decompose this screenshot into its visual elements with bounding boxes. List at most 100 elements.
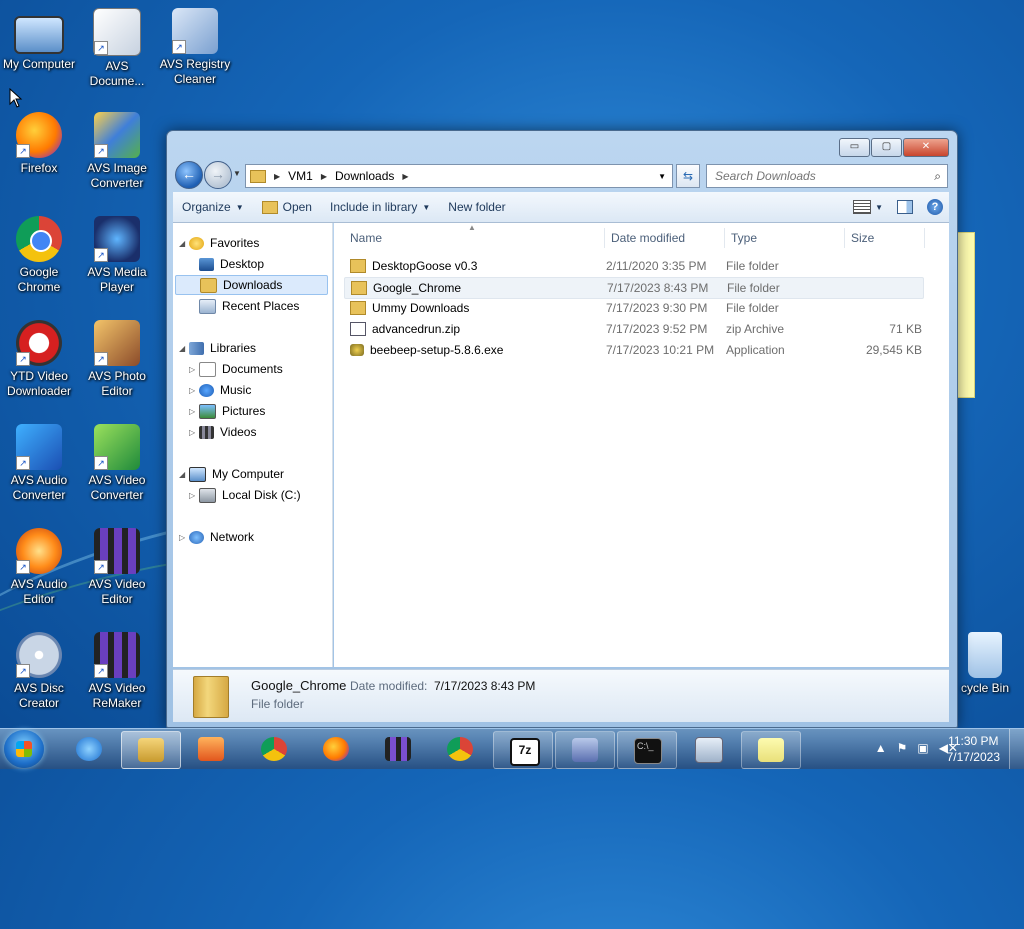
file-row[interactable]: advancedrun.zip 7/17/2023 9:52 PM zip Ar… [344,319,922,339]
nav-favorites[interactable]: ◢ Favorites [179,233,259,253]
nav-network[interactable]: ▷ Network [179,527,254,547]
maximize-button[interactable]: ▢ [871,138,902,157]
taskbar-firefox[interactable] [307,731,365,767]
taskbar-sticky-notes[interactable] [741,731,801,769]
forward-button[interactable]: → [204,161,232,189]
desktop-icon-avs-photo-editor[interactable]: ↗ AVS Photo Editor [78,320,156,399]
action-center-flag-icon[interactable]: ⚑ [897,741,908,755]
taskbar-internet-explorer[interactable] [60,731,118,767]
breadcrumb-downloads[interactable]: Downloads [335,169,394,183]
back-button[interactable]: ← [175,161,203,189]
taskbar-command-prompt[interactable]: C:\_ [617,731,677,769]
recent-places-icon [199,298,216,314]
preview-pane-icon[interactable] [897,200,913,214]
nav-pictures[interactable]: ▷ Pictures [189,401,265,421]
expanded-arrow-icon[interactable]: ◢ [179,470,189,479]
open-button[interactable]: Open [253,200,321,214]
desktop-icon-avs-media-player[interactable]: ↗ AVS Media Player [78,216,156,295]
firefox-icon [323,737,349,761]
help-icon[interactable]: ? [927,199,943,215]
chevron-right-icon[interactable]: ▶ [402,172,408,181]
column-header-name[interactable]: Name [350,228,382,248]
column-header-size[interactable]: Size [851,228,874,248]
chevron-down-icon[interactable]: ▼ [875,203,883,212]
desktop-icon-firefox[interactable]: ↗ Firefox [0,112,78,176]
column-separator[interactable] [604,228,605,248]
taskbar-video-editor[interactable] [369,731,427,767]
collapsed-arrow-icon[interactable]: ▷ [189,407,199,416]
desktop-icon-google-chrome[interactable]: Google Chrome [0,216,78,295]
address-bar[interactable]: ▶ VM1 ▶ Downloads ▶ ▼ [245,164,673,188]
desktop-icon-avs-video-editor[interactable]: ↗ AVS Video Editor [78,528,156,607]
show-desktop-button[interactable] [1009,729,1024,769]
taskbar-7zip[interactable]: 7z [493,731,553,769]
desktop-icon-avs-audio-editor[interactable]: ↗ AVS Audio Editor [0,528,78,607]
organize-button[interactable]: Organize ▼ [173,200,253,214]
view-options-icon[interactable] [853,200,872,214]
column-header-type[interactable]: Type [731,228,757,248]
show-hidden-icons-icon[interactable]: ▲ [875,741,887,755]
nav-desktop[interactable]: Desktop [199,254,264,274]
chevron-right-icon[interactable]: ▶ [321,172,327,181]
address-dropdown-icon[interactable]: ▼ [658,172,666,181]
taskbar-chrome[interactable] [245,731,303,767]
breadcrumb-vm1[interactable]: VM1 [288,169,313,183]
shortcut-arrow-icon: ↗ [94,456,108,470]
shortcut-arrow-icon: ↗ [94,41,108,55]
taskbar-screenshot-tool[interactable] [555,731,615,769]
nav-libraries[interactable]: ◢ Libraries [179,338,256,358]
desktop-icon-avs-video-converter[interactable]: ↗ AVS Video Converter [78,424,156,503]
sticky-note[interactable] [957,232,975,398]
collapsed-arrow-icon[interactable]: ▷ [189,428,199,437]
taskbar-media-player[interactable] [182,731,240,767]
collapsed-arrow-icon[interactable]: ▷ [189,365,199,374]
network-icon[interactable]: ▣ [917,741,928,755]
close-button[interactable]: ✕ [903,138,949,157]
nav-videos[interactable]: ▷ Videos [189,422,256,442]
explorer-window[interactable]: ▭ ▢ ✕ ← → ▼ ▶ VM1 ▶ Downloads ▶ ▼ ⇆ ⌕ Or… [166,130,958,728]
collapsed-arrow-icon[interactable]: ▷ [189,386,199,395]
clock[interactable]: 11:30 PM 7/17/2023 [947,733,1000,765]
column-separator[interactable] [924,228,925,248]
nav-my-computer[interactable]: ◢ My Computer [179,464,284,484]
desktop-icon-avs-audio-converter[interactable]: ↗ AVS Audio Converter [0,424,78,503]
file-row[interactable]: Ummy Downloads 7/17/2023 9:30 PM File fo… [344,298,922,318]
collapsed-arrow-icon[interactable]: ▷ [189,491,199,500]
desktop-icon-avs-image-converter[interactable]: ↗ AVS Image Converter [78,112,156,191]
search-box[interactable]: ⌕ [706,164,948,188]
expanded-arrow-icon[interactable]: ◢ [179,239,189,248]
nav-documents[interactable]: ▷ Documents [189,359,283,379]
nav-downloads[interactable]: Downloads [175,275,328,295]
minimize-button[interactable]: ▭ [839,138,870,157]
desktop-icon-ytd-video-downloader[interactable]: ↗ YTD Video Downloader [0,320,78,399]
desktop-icon-avs-registry-cleaner[interactable]: ↗ AVS Registry Cleaner [156,8,234,87]
file-row[interactable]: beebeep-setup-5.8.6.exe 7/17/2023 10:21 … [344,340,922,360]
nav-music[interactable]: ▷ Music [189,380,251,400]
column-separator[interactable] [724,228,725,248]
search-input[interactable] [713,168,917,184]
file-row-selected[interactable]: Google_Chrome 7/17/2023 8:43 PM File fol… [344,277,924,299]
file-row[interactable]: DesktopGoose v0.3 2/11/2020 3:35 PM File… [344,256,922,276]
start-button[interactable] [4,730,44,768]
desktop-icon-avs-document[interactable]: ↗ AVS Docume... [78,8,156,89]
taskbar-calculator[interactable] [679,731,737,767]
recent-pages-dropdown[interactable]: ▼ [233,169,241,178]
nav-local-disk[interactable]: ▷ Local Disk (C:) [189,485,301,505]
desktop-icon-label: AVS Audio Editor [10,577,68,606]
new-folder-button[interactable]: New folder [439,200,514,214]
desktop-icon-avs-video-remaker[interactable]: ↗ AVS Video ReMaker [78,632,156,711]
desktop-icon-my-computer[interactable]: My Computer [0,8,78,72]
avs-registry-icon: ↗ [172,8,218,54]
expanded-arrow-icon[interactable]: ◢ [179,344,189,353]
include-in-library-button[interactable]: Include in library ▼ [321,200,439,214]
column-separator[interactable] [844,228,845,248]
search-icon[interactable]: ⌕ [934,169,941,184]
refresh-button[interactable]: ⇆ [676,164,700,188]
desktop-icon-avs-disc-creator[interactable]: ↗ AVS Disc Creator [0,632,78,711]
taskbar-chrome-2[interactable] [431,731,489,767]
collapsed-arrow-icon[interactable]: ▷ [179,533,189,542]
taskbar-windows-explorer[interactable] [121,731,181,769]
chevron-right-icon[interactable]: ▶ [274,172,280,181]
column-header-date[interactable]: Date modified [611,228,685,248]
nav-recent-places[interactable]: Recent Places [199,296,299,316]
